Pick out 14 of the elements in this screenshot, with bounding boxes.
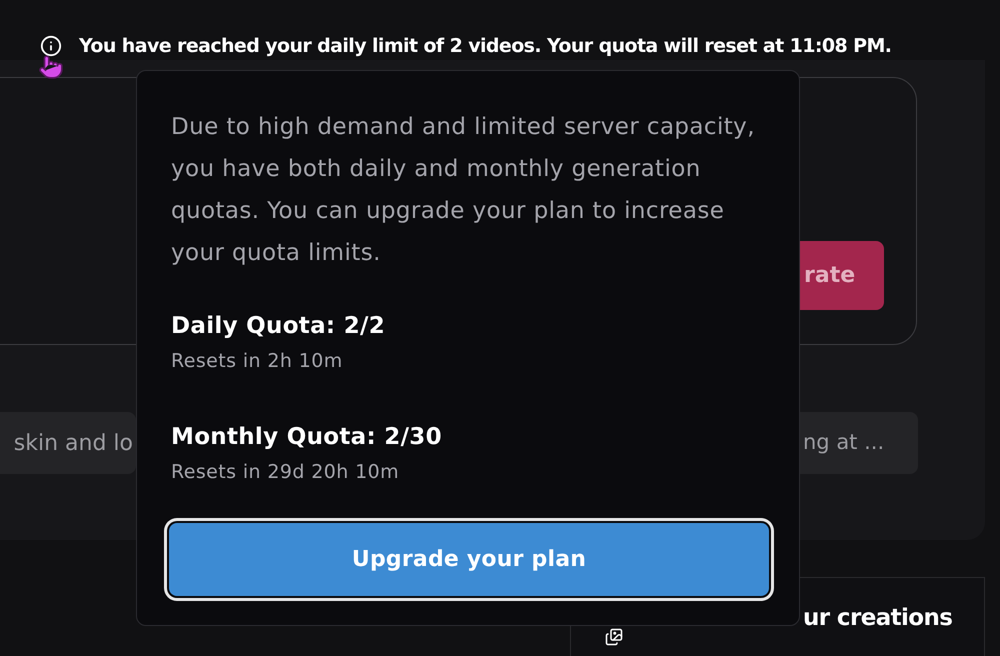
quota-title: Daily Quota: 2/2 [171, 312, 386, 341]
hand-cursor-icon [38, 53, 64, 81]
suggestion-chip[interactable]: ng at ... [800, 412, 918, 474]
info-icon[interactable] [40, 35, 62, 57]
gallery-icon [605, 628, 623, 646]
generate-button[interactable]: rate [799, 241, 884, 310]
creations-label: ur creations [803, 604, 952, 632]
quota-reset-time: Resets in 29d 20h 10m [171, 460, 400, 484]
upgrade-plan-button[interactable]: Upgrade your plan [169, 523, 769, 596]
quota-title: Monthly Quota: 2/30 [171, 423, 442, 452]
quota-description: Due to high demand and limited server capacity, you have both daily and monthly generation quotas. You can upgrade your plan to increase your quota limits. [171, 113, 756, 268]
suggestion-chip[interactable]: skin and lo [0, 412, 136, 474]
quota-reset-time: Resets in 2h 10m [171, 349, 344, 373]
quota-notice: You have reached your daily limit of 2 videos. Your quota will reset at 11:08 PM. [79, 34, 892, 58]
